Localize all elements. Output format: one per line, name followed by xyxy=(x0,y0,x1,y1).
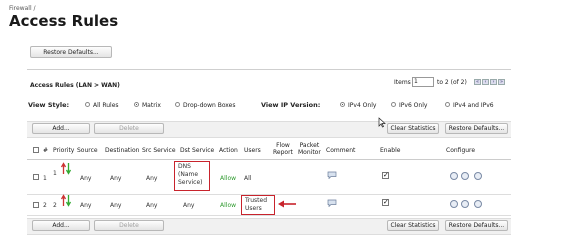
statistics-icon[interactable] xyxy=(450,172,458,180)
add-button-bottom[interactable]: Add... xyxy=(32,220,90,231)
next-page-icon[interactable]: › xyxy=(490,79,497,85)
src-service-value: Any xyxy=(146,202,158,209)
row-number: 1 xyxy=(43,175,47,182)
col-packet-monitor-line1: Packet xyxy=(299,142,320,149)
priority-value: 2 xyxy=(53,202,57,209)
enable-checkbox[interactable]: ✓ xyxy=(382,172,389,179)
radio-label: IPv4 Only xyxy=(348,102,377,109)
col-users[interactable]: Users xyxy=(244,147,261,154)
ip-version-both[interactable]: IPv4 and IPv6 xyxy=(445,102,494,109)
users-line1: Trusted xyxy=(245,197,268,204)
radio-selected-icon[interactable] xyxy=(340,102,345,107)
clear-statistics-button-bottom[interactable]: Clear Statistics xyxy=(387,220,439,231)
col-dst-service[interactable]: Dst Service xyxy=(180,147,214,154)
select-all-checkbox[interactable] xyxy=(33,147,39,153)
enable-checkbox[interactable]: ✓ xyxy=(382,199,389,206)
radio-selected-icon[interactable] xyxy=(134,102,139,107)
row-checkbox[interactable] xyxy=(33,202,39,208)
source-value: Any xyxy=(80,175,92,182)
edit-icon[interactable] xyxy=(461,172,469,180)
restore-defaults-top-button[interactable]: Restore Defaults... xyxy=(30,46,112,58)
col-packet-monitor[interactable]: Packet Monitor xyxy=(298,142,321,156)
page-title: Access Rules xyxy=(9,12,119,30)
priority-arrows-icon[interactable] xyxy=(61,194,71,207)
col-flow-report-line1: Flow xyxy=(276,142,290,149)
destination-value: Any xyxy=(110,175,122,182)
clear-statistics-button[interactable]: Clear Statistics xyxy=(387,123,439,134)
view-style-dropdown-boxes[interactable]: Drop-down Boxes xyxy=(175,102,235,109)
col-num: # xyxy=(43,147,49,154)
radio-label: IPv6 Only xyxy=(399,102,428,109)
ip-version-ipv4[interactable]: IPv4 Only xyxy=(340,102,376,109)
breadcrumb[interactable]: Firewall / xyxy=(9,5,36,12)
edit-icon[interactable] xyxy=(461,200,469,208)
col-configure: Configure xyxy=(446,147,476,154)
first-page-icon[interactable]: « xyxy=(474,79,481,85)
col-action[interactable]: Action xyxy=(219,147,238,154)
divider xyxy=(27,69,511,70)
view-style-matrix[interactable]: Matrix xyxy=(134,102,161,109)
col-packet-monitor-line2: Monitor xyxy=(298,149,321,156)
restore-defaults-button[interactable]: Restore Defaults... xyxy=(445,123,508,134)
prev-page-icon[interactable]: ‹ xyxy=(482,79,489,85)
col-destination[interactable]: Destination xyxy=(105,147,139,154)
red-arrow-icon xyxy=(278,200,296,208)
radio-icon[interactable] xyxy=(445,102,450,107)
dst-service-line2: (Name xyxy=(178,171,199,178)
col-comment: Comment xyxy=(326,147,356,154)
delete-button-bottom[interactable]: Delete xyxy=(94,220,164,231)
action-value: Allow xyxy=(220,202,237,209)
priority-arrows-icon[interactable] xyxy=(61,162,71,175)
dst-service-value: Any xyxy=(183,202,195,209)
row-checkbox[interactable] xyxy=(33,174,39,180)
ip-version-label: View IP Version: xyxy=(261,101,321,109)
view-style-label: View Style: xyxy=(28,101,70,109)
col-flow-report-line2: Report xyxy=(273,149,293,156)
items-label: Items xyxy=(394,79,411,86)
items-input[interactable]: 1 xyxy=(412,77,434,87)
delete-icon[interactable] xyxy=(474,200,482,208)
add-button[interactable]: Add... xyxy=(32,123,90,134)
dst-service-line3: Service) xyxy=(178,179,203,186)
col-priority[interactable]: Priority xyxy=(53,147,74,154)
action-value: Allow xyxy=(220,175,237,182)
col-flow-report[interactable]: Flow Report xyxy=(273,142,293,156)
radio-icon[interactable] xyxy=(85,102,90,107)
table-row xyxy=(27,160,511,195)
col-source[interactable]: Source xyxy=(77,147,98,154)
view-style-all-rules[interactable]: All Rules xyxy=(85,102,119,109)
radio-label: IPv4 and IPv6 xyxy=(453,102,494,109)
source-value: Any xyxy=(80,202,92,209)
col-src-service[interactable]: Src Service xyxy=(142,147,176,154)
dst-service-value: DNS (Name Service) xyxy=(178,163,203,187)
users-value: All xyxy=(244,175,252,182)
radio-label: Matrix xyxy=(142,102,161,109)
items-range: to 2 (of 2) xyxy=(437,79,467,86)
comment-icon[interactable] xyxy=(327,199,337,207)
dst-service-line1: DNS xyxy=(178,163,191,170)
last-page-icon[interactable]: » xyxy=(498,79,505,85)
radio-label: All Rules xyxy=(93,102,119,109)
section-title: Access Rules (LAN > WAN) xyxy=(30,82,120,89)
delete-button[interactable]: Delete xyxy=(94,123,164,134)
users-line2: Users xyxy=(245,205,262,212)
comment-icon[interactable] xyxy=(327,171,337,179)
mouse-cursor-icon xyxy=(378,117,386,128)
statistics-icon[interactable] xyxy=(450,200,458,208)
destination-value: Any xyxy=(110,202,122,209)
restore-defaults-button-bottom[interactable]: Restore Defaults... xyxy=(445,220,508,231)
users-value: Trusted Users xyxy=(245,197,267,213)
col-enable: Enable xyxy=(380,147,401,154)
row-number: 2 xyxy=(43,202,47,209)
radio-label: Drop-down Boxes xyxy=(183,102,236,109)
radio-icon[interactable] xyxy=(175,102,180,107)
delete-icon[interactable] xyxy=(474,172,482,180)
src-service-value: Any xyxy=(146,175,158,182)
radio-icon[interactable] xyxy=(391,102,396,107)
table-header xyxy=(27,141,511,160)
priority-value: 1 xyxy=(53,170,57,177)
ip-version-ipv6[interactable]: IPv6 Only xyxy=(391,102,427,109)
